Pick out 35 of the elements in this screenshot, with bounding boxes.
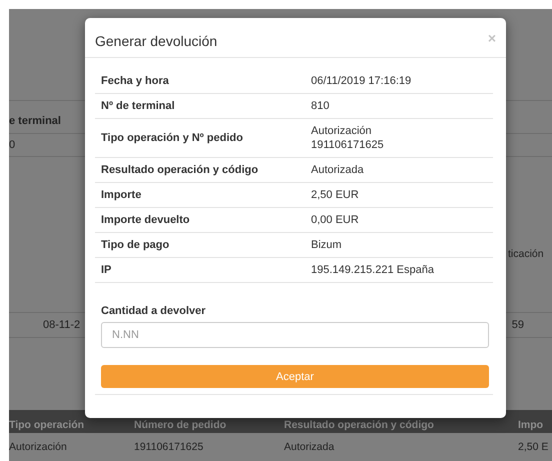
column-header: Tipo operación <box>9 419 86 433</box>
table-cell: 59 <box>512 319 524 331</box>
table-cell-text: Autorizada <box>284 441 336 453</box>
detail-value: Autorización <box>311 124 373 138</box>
table-cell: 0 <box>9 139 16 151</box>
close-button[interactable]: × <box>488 31 496 45</box>
column-header: Resultado operación y código <box>284 419 435 433</box>
column-header: Número de pedido <box>134 419 228 433</box>
detail-value: 2,50 EUR <box>311 188 359 202</box>
detail-label: Fecha y hora <box>101 75 170 87</box>
detail-value: Autorizada <box>311 163 364 177</box>
table-cell-text: ticación <box>508 248 545 260</box>
detail-value: Bizum <box>311 238 342 252</box>
detail-label: Importe devuelto <box>101 214 191 226</box>
accept-button[interactable]: Aceptar <box>101 365 489 388</box>
amount-field[interactable]: N.NN <box>101 322 489 348</box>
detail-value: 0,00 EUR <box>311 213 359 227</box>
detail-label: Resultado operación y código <box>101 164 260 176</box>
table-cell-text: 2,50 E <box>518 441 550 453</box>
detail-label: Nº de terminal <box>101 100 176 112</box>
detail-label: IP <box>101 264 112 276</box>
detail-label: Tipo operación y Nº pedido <box>101 132 244 144</box>
column-header: e terminal <box>9 115 61 127</box>
column-header: Impo <box>518 419 544 433</box>
dialog-title: Generar devolución <box>95 32 218 49</box>
table-cell-text: Autorización <box>9 441 68 453</box>
field-label: Cantidad a devolver <box>101 305 206 317</box>
table-cell-text: 191106171625 <box>134 441 204 453</box>
detail-label: Importe <box>101 189 142 201</box>
detail-label: Tipo de pago <box>101 239 170 251</box>
detail-value: 191106171625 <box>311 138 384 152</box>
detail-value: 810 <box>311 99 330 113</box>
detail-value: 195.149.215.221 España <box>311 263 434 277</box>
detail-value: 06/11/2019 17:16:19 <box>311 74 412 88</box>
table-cell: 08-11-2 <box>43 319 80 331</box>
